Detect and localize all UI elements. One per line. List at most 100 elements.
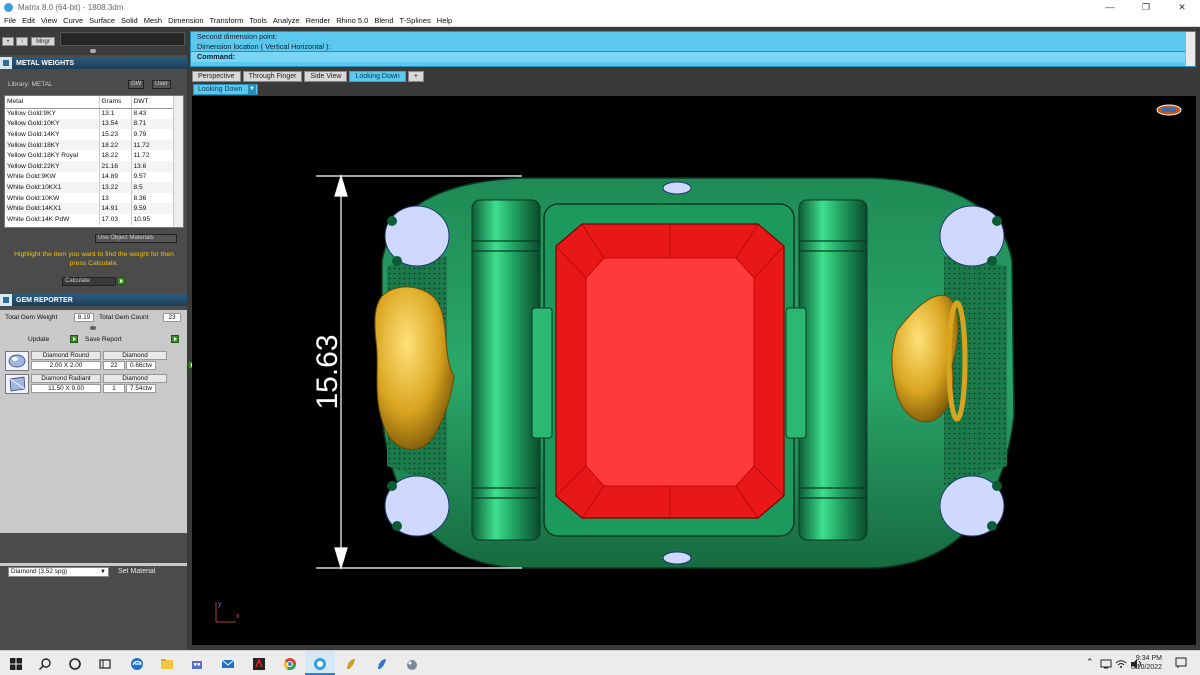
table-row[interactable]: White Gold:14K PdW 17.03 10.95 — [5, 213, 175, 225]
start-icon[interactable] — [9, 657, 23, 671]
col-metal[interactable]: Metal — [5, 96, 100, 109]
table-row[interactable]: Yellow Gold:9KY 13.1 8.43 — [5, 108, 175, 119]
right-mesh-panel — [944, 256, 1007, 486]
total-gem-weight-value: 8.19 — [74, 313, 94, 322]
axis-x-label: x — [236, 613, 240, 620]
up-button[interactable]: ↑ — [16, 37, 28, 46]
metal-name: White Gold:10KW — [5, 192, 100, 204]
metal-grams: 21.16 — [99, 160, 132, 172]
menu-tsplines[interactable]: T-Splines — [400, 16, 431, 25]
title-bar: Matrix 8.0 (64-bit) - 1808.3dm — ❐ ✕ — [0, 0, 1200, 14]
mail-icon[interactable] — [221, 657, 235, 671]
col-grams[interactable]: Grams — [99, 96, 132, 109]
command-scrollbar[interactable] — [1185, 32, 1195, 66]
metal-table[interactable]: Metal Grams DWT Yellow Gold:9KY 13.1 8.43 … — [4, 95, 184, 228]
edge-icon[interactable] — [130, 657, 144, 671]
notifications-icon[interactable] — [1175, 657, 1187, 669]
menu-tools[interactable]: Tools — [249, 16, 267, 25]
gem-shape: Diamond Radiant — [31, 374, 101, 383]
col-dwt[interactable]: DWT — [131, 96, 175, 109]
add-button[interactable]: + — [2, 37, 14, 46]
metal-grams: 14.89 — [99, 171, 132, 183]
chevron-up-icon[interactable]: ⌃ — [1086, 657, 1094, 668]
total-gem-count-value: 23 — [163, 313, 181, 322]
viewport-tabs: Perspective Through Finger Side View Loo… — [192, 71, 426, 83]
gw-button[interactable]: GW — [128, 80, 145, 89]
use-object-materials-checkbox[interactable]: Use Object Materials — [95, 234, 177, 243]
menu-transform[interactable]: Transform — [210, 16, 244, 25]
menu-view[interactable]: View — [41, 16, 57, 25]
menu-surface[interactable]: Surface — [89, 16, 115, 25]
tool-app-icon[interactable] — [405, 657, 419, 671]
file-explorer-icon[interactable] — [160, 657, 174, 671]
view-navigator-icon[interactable] — [1156, 104, 1182, 116]
table-row[interactable]: Yellow Gold:10KY 13.54 8.71 — [5, 118, 175, 130]
taskbar: ⌃ 9:34 PM 6/10/2022 — [0, 650, 1200, 675]
tab-perspective[interactable]: Perspective — [192, 71, 241, 82]
manager-button[interactable]: Mngr — [31, 37, 55, 46]
tab-looking-down[interactable]: Looking Down — [349, 71, 406, 82]
metal-dwt: 8.71 — [131, 118, 175, 130]
search-icon[interactable] — [38, 657, 52, 671]
menu-curve[interactable]: Curve — [63, 16, 83, 25]
system-clock[interactable]: 9:34 PM 6/10/2022 — [1131, 654, 1162, 672]
metal-dwt: 11.72 — [131, 139, 175, 151]
maximize-button[interactable]: ❐ — [1128, 2, 1164, 13]
chrome-icon[interactable] — [283, 657, 297, 671]
update-button[interactable] — [70, 335, 79, 343]
menu-help[interactable]: Help — [437, 16, 452, 25]
wifi-icon[interactable] — [1115, 659, 1127, 669]
metal-name: White Gold:14K PdW — [5, 213, 100, 225]
table-row[interactable]: White Gold:9KW 14.89 9.57 — [5, 171, 175, 183]
network-icon[interactable] — [1100, 659, 1112, 669]
calculate-field[interactable]: Calculate — [62, 277, 116, 286]
task-view-icon[interactable] — [98, 657, 112, 671]
collapse-handle[interactable] — [90, 49, 96, 53]
gem-reporter-title: GEM REPORTER — [16, 296, 73, 304]
rhino-icon[interactable] — [344, 657, 358, 671]
tab-side-view[interactable]: Side View — [304, 71, 348, 82]
command-area[interactable]: Second dimension point: Dimension locati… — [190, 31, 1196, 67]
table-scrollbar[interactable] — [173, 96, 183, 227]
menu-analyze[interactable]: Analyze — [273, 16, 300, 25]
menu-bar: File Edit View Curve Surface Solid Mesh … — [0, 14, 1200, 27]
material-select-value: Diamond (3.52 spg) — [11, 568, 68, 575]
viewport-title-dropdown[interactable]: Looking Down ▼ — [193, 84, 258, 95]
table-row[interactable]: Yellow Gold:22KY 21.16 13.6 — [5, 160, 175, 172]
calculate-button[interactable] — [117, 277, 125, 285]
cortana-icon[interactable] — [68, 657, 82, 671]
table-row[interactable]: Yellow Gold:14KY 15.23 9.79 — [5, 129, 175, 140]
user-button[interactable]: User — [152, 80, 171, 89]
table-row[interactable]: White Gold:10KX1 13.22 8.5 — [5, 182, 175, 193]
menu-edit[interactable]: Edit — [22, 16, 35, 25]
menu-render[interactable]: Render — [306, 16, 331, 25]
save-report-button[interactable] — [171, 335, 180, 343]
table-row[interactable]: White Gold:10KW 13 8.36 — [5, 192, 175, 204]
menu-file[interactable]: File — [4, 16, 16, 25]
minimize-button[interactable]: — — [1092, 2, 1128, 13]
table-row[interactable]: Yellow Gold:18KY 18.22 11.72 — [5, 139, 175, 151]
close-button[interactable]: ✕ — [1164, 2, 1200, 13]
menu-dimension[interactable]: Dimension — [168, 16, 203, 25]
toolbar-slider[interactable] — [60, 32, 185, 46]
menu-mesh[interactable]: Mesh — [144, 16, 162, 25]
gem-collapse-handle[interactable] — [90, 326, 96, 330]
app-icon-red[interactable] — [252, 657, 266, 671]
menu-solid[interactable]: Solid — [121, 16, 138, 25]
matrix-app-icon[interactable] — [313, 657, 327, 671]
save-report-label: Save Report — [85, 336, 122, 343]
material-select[interactable]: Diamond (3.52 spg) ▼ — [8, 567, 109, 577]
rhino-blue-icon[interactable] — [375, 657, 389, 671]
table-row[interactable]: White Gold:14KX1 14.91 9.59 — [5, 203, 175, 214]
gem-reporter-icon — [0, 294, 12, 306]
add-tab-button[interactable]: + — [407, 71, 424, 82]
window-title: Matrix 8.0 (64-bit) - 1808.3dm — [18, 2, 124, 12]
3d-viewport[interactable]: 15.63 y x — [192, 96, 1196, 645]
store-icon[interactable] — [190, 657, 204, 671]
command-prompt[interactable]: Command: — [191, 51, 1195, 62]
menu-rhino[interactable]: Rhino 5.0 — [336, 16, 368, 25]
menu-blend[interactable]: Blend — [374, 16, 393, 25]
tab-through-finger[interactable]: Through Finger — [242, 71, 303, 82]
gem-qty: 1 — [103, 384, 125, 393]
table-row[interactable]: Yellow Gold:18KY Royal 18.22 11.72 — [5, 150, 175, 161]
